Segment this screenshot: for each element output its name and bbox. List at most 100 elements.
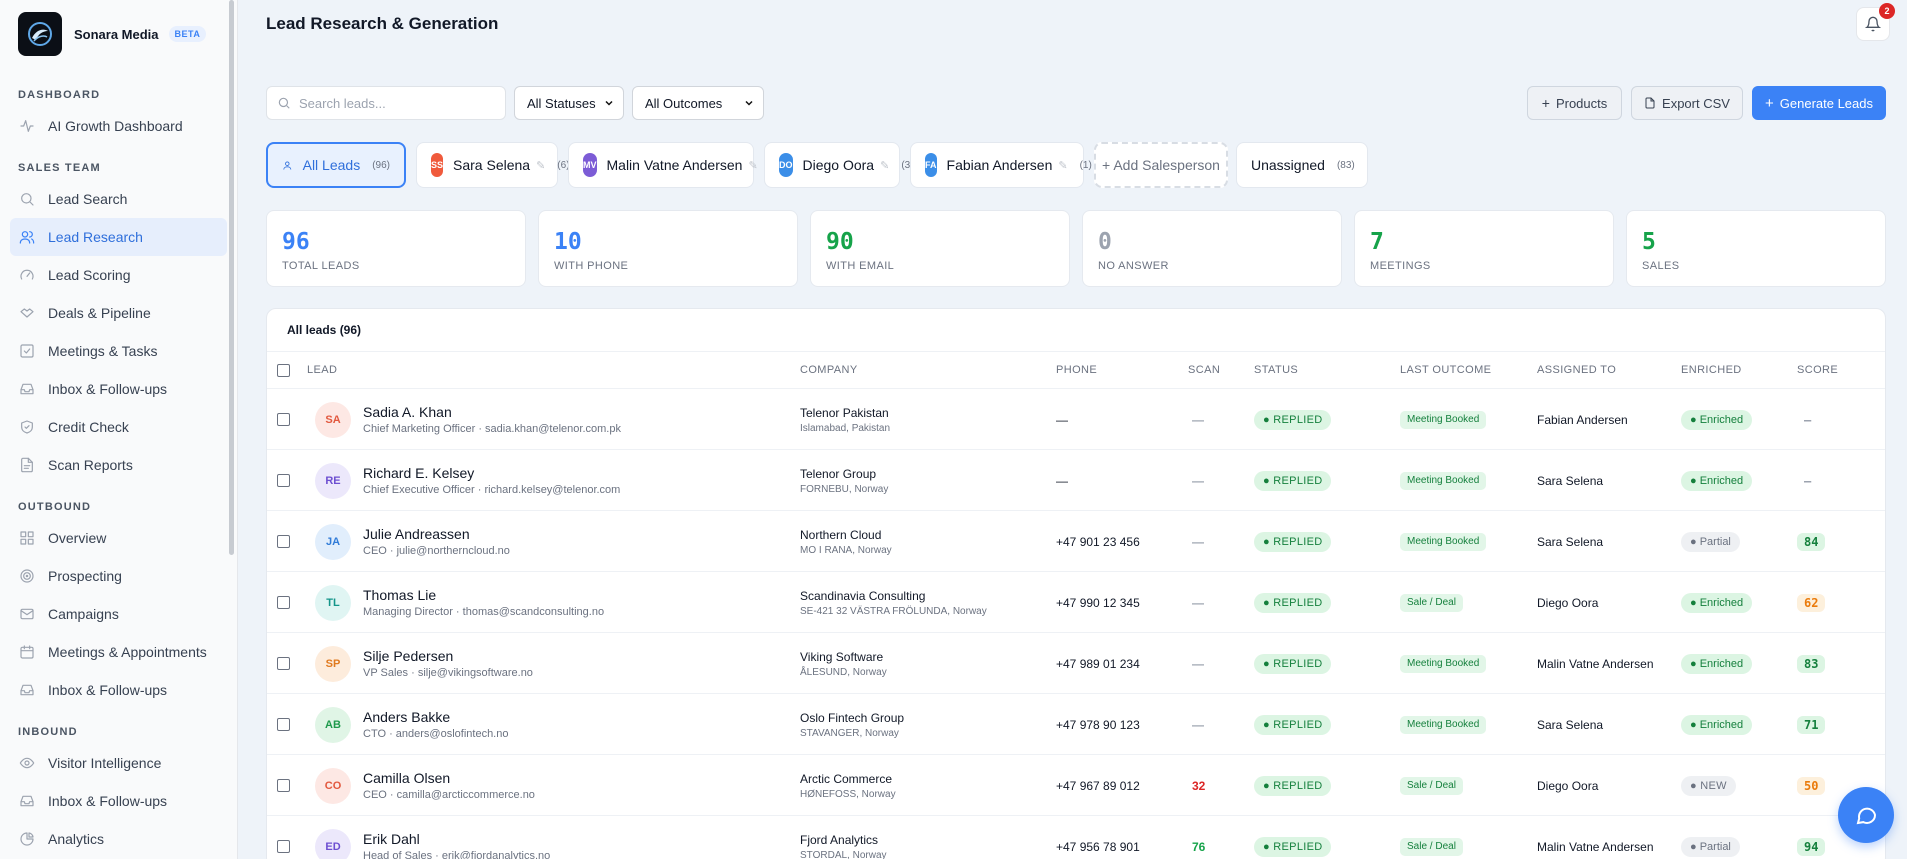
sidebar-item-label: Credit Check xyxy=(48,419,129,435)
edit-pencil-icon[interactable]: ✎ xyxy=(1058,159,1067,172)
outcome-cell: Meeting Booked xyxy=(1400,694,1487,755)
tab-unassigned[interactable]: Unassigned (83) xyxy=(1236,142,1368,188)
lead-name[interactable]: Thomas Lie xyxy=(363,587,604,603)
status-badge: ● REPLIED xyxy=(1254,775,1332,796)
lead-avatar: AB xyxy=(315,706,351,743)
outcome-cell: Sale / Deal xyxy=(1400,755,1463,816)
column-header-phone[interactable]: PHONE xyxy=(1056,352,1097,389)
table-row[interactable]: RE Richard E. Kelsey Chief Executive Off… xyxy=(267,450,1885,511)
row-checkbox[interactable] xyxy=(277,779,290,792)
column-header-last-outcome[interactable]: LAST OUTCOME xyxy=(1400,352,1491,389)
column-header-score[interactable]: SCORE xyxy=(1797,352,1838,389)
score-badge: — xyxy=(1804,473,1812,488)
scan-cell: 32 xyxy=(1192,755,1205,816)
edit-pencil-icon[interactable]: ✎ xyxy=(880,159,889,172)
export-csv-button[interactable]: Export CSV xyxy=(1631,86,1743,120)
add-salesperson-button[interactable]: + Add Salesperson xyxy=(1094,142,1228,188)
column-header-enriched[interactable]: ENRICHED xyxy=(1681,352,1742,389)
edit-pencil-icon[interactable]: ✎ xyxy=(536,159,545,172)
stat-value: 0 xyxy=(1098,229,1112,255)
row-checkbox[interactable] xyxy=(277,657,290,670)
outcome-filter-value: All Outcomes xyxy=(645,95,723,111)
row-checkbox[interactable] xyxy=(277,718,290,731)
table-row[interactable]: SP Silje Pedersen VP Sales · silje@vikin… xyxy=(267,633,1885,694)
tab-salesperson-sara-selena[interactable]: SS Sara Selena ✎ (6) xyxy=(416,142,570,188)
sidebar-scrollbar[interactable] xyxy=(229,0,234,555)
column-header-scan[interactable]: SCAN xyxy=(1188,352,1220,389)
generate-leads-button[interactable]: + Generate Leads xyxy=(1752,86,1886,120)
row-checkbox[interactable] xyxy=(277,596,290,609)
lead-name[interactable]: Richard E. Kelsey xyxy=(363,465,620,481)
enriched-cell: ● Enriched xyxy=(1681,389,1753,450)
sidebar-item-label: Scan Reports xyxy=(48,457,133,473)
sidebar-item-inbox-follow-ups[interactable]: Inbox & Follow-ups xyxy=(10,671,227,709)
inbox-icon xyxy=(18,380,36,398)
sidebar-item-inbox-follow-ups[interactable]: Inbox & Follow-ups xyxy=(10,782,227,820)
salesperson-name: Sara Selena xyxy=(453,157,531,173)
table-row[interactable]: JA Julie Andreassen CEO · julie@northern… xyxy=(267,511,1885,572)
select-all-checkbox[interactable] xyxy=(277,364,290,377)
sidebar-item-label: Meetings & Appointments xyxy=(48,644,207,660)
notifications-button[interactable]: 2 xyxy=(1856,3,1895,41)
lead-name[interactable]: Silje Pedersen xyxy=(363,648,533,664)
search-box[interactable] xyxy=(266,86,506,120)
lead-name[interactable]: Camilla Olsen xyxy=(363,770,535,786)
salesperson-name: Diego Oora xyxy=(802,157,875,173)
scan-cell: — xyxy=(1192,389,1204,450)
lead-name[interactable]: Anders Bakke xyxy=(363,709,508,725)
status-filter-select[interactable]: All Statuses xyxy=(514,86,624,120)
row-checkbox[interactable] xyxy=(277,840,290,853)
shield-icon xyxy=(18,418,36,436)
table-row[interactable]: ED Erik Dahl Head of Sales · erik@fjorda… xyxy=(267,816,1885,859)
sidebar-item-credit-check[interactable]: Credit Check xyxy=(10,408,227,446)
outcome-filter-select[interactable]: All Outcomes xyxy=(632,86,764,120)
products-button[interactable]: + Products xyxy=(1527,86,1622,120)
sidebar-item-prospecting[interactable]: Prospecting xyxy=(10,557,227,595)
column-header-lead[interactable]: LEAD xyxy=(307,352,337,389)
lead-name[interactable]: Julie Andreassen xyxy=(363,526,510,542)
table-row[interactable]: AB Anders Bakke CTO · anders@oslofintech… xyxy=(267,694,1885,755)
sidebar-item-meetings-tasks[interactable]: Meetings & Tasks xyxy=(10,332,227,370)
row-checkbox[interactable] xyxy=(277,535,290,548)
row-checkbox[interactable] xyxy=(277,474,290,487)
column-header-assigned-to[interactable]: ASSIGNED TO xyxy=(1537,352,1616,389)
chat-button[interactable] xyxy=(1838,787,1894,843)
search-input[interactable] xyxy=(299,95,489,111)
table-row[interactable]: CO Camilla Olsen CEO · camilla@arcticcom… xyxy=(267,755,1885,816)
lead-title-email: Chief Marketing Officer · sadia.khan@tel… xyxy=(363,423,621,435)
column-header-company[interactable]: COMPANY xyxy=(800,352,858,389)
column-header-status[interactable]: STATUS xyxy=(1254,352,1298,389)
sidebar-item-meetings-appointments[interactable]: Meetings & Appointments xyxy=(10,633,227,671)
row-checkbox[interactable] xyxy=(277,413,290,426)
phone-cell: +47 990 12 345 xyxy=(1056,572,1140,633)
tab-salesperson-fabian-andersen[interactable]: FA Fabian Andersen ✎ (1) xyxy=(910,142,1092,188)
tab-salesperson-diego-oora[interactable]: DO Diego Oora ✎ (3) xyxy=(764,142,914,188)
sidebar-item-ai-growth-dashboard[interactable]: AI Growth Dashboard xyxy=(10,107,227,145)
check-square-icon xyxy=(18,342,36,360)
assigned-cell: Diego Oora xyxy=(1537,572,1598,633)
lead-name[interactable]: Sadia A. Khan xyxy=(363,404,621,420)
score-cell: 83 xyxy=(1797,633,1826,694)
sidebar-item-inbox-follow-ups[interactable]: Inbox & Follow-ups xyxy=(10,370,227,408)
company-cell: Telenor Pakistan Islamabad, Pakistan xyxy=(800,389,890,450)
sidebar-item-deals-pipeline[interactable]: Deals & Pipeline xyxy=(10,294,227,332)
sidebar-item-lead-scoring[interactable]: Lead Scoring xyxy=(10,256,227,294)
sidebar-item-scan-reports[interactable]: Scan Reports xyxy=(10,446,227,484)
tab-all-leads[interactable]: All Leads (96) xyxy=(266,142,406,188)
table-row[interactable]: TL Thomas Lie Managing Director · thomas… xyxy=(267,572,1885,633)
sidebar-item-lead-search[interactable]: Lead Search xyxy=(10,180,227,218)
sidebar-item-overview[interactable]: Overview xyxy=(10,519,227,557)
sidebar-item-visitor-intelligence[interactable]: Visitor Intelligence xyxy=(10,744,227,782)
assigned-to: Diego Oora xyxy=(1537,778,1599,793)
assigned-cell: Sara Selena xyxy=(1537,694,1603,755)
sidebar-item-analytics[interactable]: Analytics xyxy=(10,820,227,858)
status-cell: ● REPLIED xyxy=(1254,572,1332,633)
bell-icon xyxy=(1865,16,1881,32)
table-row[interactable]: SA Sadia A. Khan Chief Marketing Officer… xyxy=(267,389,1885,450)
lead-name[interactable]: Erik Dahl xyxy=(363,831,550,847)
edit-pencil-icon[interactable]: ✎ xyxy=(748,159,757,172)
status-badge: ● REPLIED xyxy=(1254,531,1332,552)
tab-salesperson-malin-vatne-andersen[interactable]: MV Malin Vatne Andersen ✎ (3) xyxy=(568,142,782,188)
sidebar-item-campaigns[interactable]: Campaigns xyxy=(10,595,227,633)
sidebar-item-lead-research[interactable]: Lead Research xyxy=(10,218,227,256)
